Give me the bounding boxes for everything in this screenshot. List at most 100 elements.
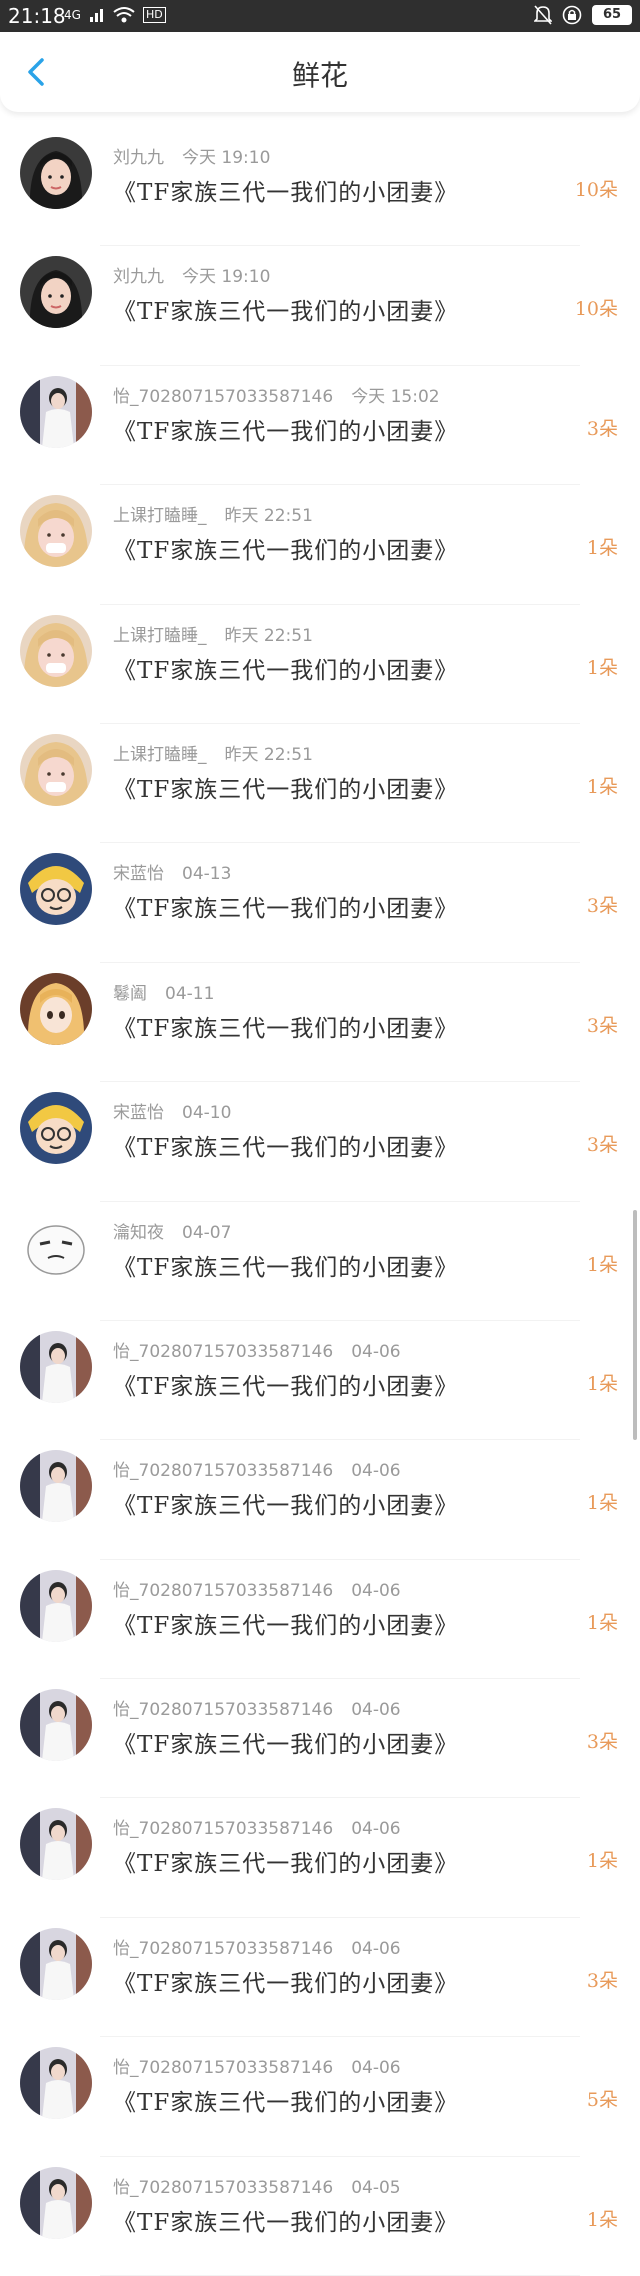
battery-indicator: 65 [592,5,632,25]
list-item[interactable]: 宋蓝怡 04-13 《TF家族三代一我们的小团妻》 3朵 [0,843,640,963]
avatar[interactable] [20,1092,92,1165]
meta-line: 怡_7028071570335871​46 今天 15:02 [113,382,440,407]
avatar[interactable] [20,1689,92,1762]
meta-line: 怡_702807157033587146 04-06 [113,1337,401,1362]
avatar[interactable] [20,853,92,926]
flower-count: 1朵 [586,1492,618,1515]
message-text: 《TF家族三代一我们的小团妻》 [113,776,459,803]
list-item[interactable]: 怡_702807157033587146 04-06 《TF家族三代一我们的小团妻》… [0,1798,640,1918]
meta-line: 宋蓝怡 04-13 [113,859,231,884]
list-item[interactable]: 瀹知夜 04-07 《TF家族三代一我们的小团妻》 1朵 [0,1202,640,1321]
signal-label: 4G [64,8,81,22]
avatar[interactable] [20,1330,92,1403]
user-name: 上课打瞌睡_ [113,625,207,646]
signal-icon [89,9,103,22]
avatar[interactable] [20,495,92,568]
timestamp: 04-13 [182,864,232,885]
list-item[interactable]: 怡_702807157033587146 04-06 《TF家族三代一我们的小团妻》… [0,1679,640,1799]
user-name: 怡_702807157033587146 [113,1700,334,1721]
flower-count: 10朵 [574,298,618,321]
timestamp: 04-06 [351,1341,401,1362]
avatar[interactable] [20,972,92,1045]
user-name: 上课打瞌睡_ [113,744,207,765]
list-item[interactable]: 怡_702807157033587146 04-06 《TF家族三代一我们的小团妻》… [0,1440,640,1560]
avatar[interactable] [20,1808,92,1881]
user-name: 刘九九 [113,148,164,168]
meta-line: 刘九九 今天 19:10 [113,143,270,168]
avatar[interactable] [20,375,92,448]
flower-count: 1朵 [586,2208,618,2231]
user-name: 宋蓝怡 [113,864,164,885]
avatar[interactable] [20,614,92,687]
list-item[interactable]: 怡_702807157033587146 04-05 《TF家族三代一我们的小团妻》… [0,2157,640,2276]
avatar[interactable] [20,1211,92,1284]
avatar[interactable] [20,137,92,209]
meta-line: 刘九九 今天 19:10 [113,262,270,287]
list-item[interactable]: 怡_702807157033587146 04-06 《TF家族三代一我们的小团妻》… [0,1918,640,2038]
message-text: 《TF家族三代一我们的小团妻》 [113,1373,459,1400]
scrollbar[interactable] [633,1210,637,1440]
user-name: 怡_702807157033587146 [113,1938,334,1959]
flower-count: 3朵 [586,417,618,440]
timestamp: 04-06 [351,1580,401,1601]
flower-count: 1朵 [586,1611,618,1634]
list-item[interactable]: 怡_702807157033587146 04-06 《TF家族三代一我们的小团妻》… [0,1560,640,1680]
flower-count: 1朵 [586,537,618,560]
meta-line: 怡_702807157033587146 04-06 [113,1576,401,1601]
user-name: 鬈阖 [113,983,147,1004]
message-text: 《TF家族三代一我们的小团妻》 [113,418,459,445]
list-item[interactable]: 鬈阖 04-11 《TF家族三代一我们的小团妻》 3朵 [0,963,640,1083]
list-item[interactable]: 上课打瞌睡_ 昨天 22:51 《TF家族三代一我们的小团妻》 1朵 [0,724,640,844]
list-item[interactable]: 上课打瞌睡_ 昨天 22:51 《TF家族三代一我们的小团妻》 1朵 [0,485,640,605]
meta-line: 鬈阖 04-11 [113,979,214,1004]
timestamp: 04-06 [351,1461,401,1482]
meta-line: 怡_702807157033587146 04-06 [113,1695,401,1720]
meta-line: 瀹知夜 04-07 [113,1218,231,1243]
flower-count: 3朵 [586,1969,618,1992]
user-name: 怡_702807157033587146 [113,1341,334,1362]
user-name: 怡_702807157033587146 [113,2177,334,2198]
avatar[interactable] [20,1450,92,1523]
meta-line: 宋蓝怡 04-10 [113,1098,231,1123]
gift-list: 刘九九 今天 19:10 《TF家族三代一我们的小团妻》 10朵 刘九九 今天 19:10… [0,127,640,2276]
flower-count: 3朵 [586,1014,618,1037]
user-name: 瀹知夜 [113,1222,164,1243]
status-right-icons: 65 [534,5,632,25]
avatar[interactable] [20,1927,92,2000]
message-text: 《TF家族三代一我们的小团妻》 [113,896,459,923]
meta-line: 怡_702807157033587146 04-06 [113,1934,401,1959]
message-text: 《TF家族三代一我们的小团妻》 [113,538,459,565]
user-name: 怡_702807157033587146 [113,2058,334,2079]
avatar[interactable] [20,2166,92,2239]
lock-icon [562,5,582,25]
flower-count: 1朵 [586,775,618,798]
avatar[interactable] [20,2047,92,2120]
timestamp: 04-06 [351,1819,401,1840]
flower-count: 1朵 [586,656,618,679]
timestamp: 今天 19:10 [182,267,271,288]
message-text: 《TF家族三代一我们的小团妻》 [113,1970,459,1997]
meta-line: 怡_702807157033587146 04-06 [113,2053,401,2078]
list-item[interactable]: 刘九九 今天 19:10 《TF家族三代一我们的小团妻》 10朵 [0,246,640,366]
list-item[interactable]: 刘九九 今天 19:10 《TF家族三代一我们的小团妻》 10朵 [0,127,640,247]
list-item[interactable]: 怡_702807157033587146 04-06 《TF家族三代一我们的小团妻》… [0,2037,640,2157]
list-item[interactable]: 怡_702807157033587146 04-06 《TF家族三代一我们的小团妻》… [0,1321,640,1441]
list-item[interactable]: 上课打瞌睡_ 昨天 22:51 《TF家族三代一我们的小团妻》 1朵 [0,605,640,724]
avatar[interactable] [20,1569,92,1642]
list-item[interactable]: 宋蓝怡 04-10 《TF家族三代一我们的小团妻》 3朵 [0,1082,640,1202]
timestamp: 昨天 22:51 [224,625,313,646]
user-name: 刘九九 [113,267,164,288]
flower-count: 10朵 [574,179,618,201]
timestamp: 昨天 22:51 [224,744,313,765]
flower-count: 1朵 [586,1253,618,1276]
avatar[interactable] [20,733,92,806]
page-title: 鲜花 [291,59,348,92]
avatar[interactable] [20,256,92,329]
message-text: 《TF家族三代一我们的小团妻》 [113,1254,459,1281]
flower-count: 3朵 [586,895,618,918]
message-text: 《TF家族三代一我们的小团妻》 [113,1135,459,1162]
meta-line: 上课打瞌睡_ 昨天 22:51 [113,501,313,526]
list-item[interactable]: 怡_7028071570335871​46 今天 15:02 《TF家族三代一我们的… [0,366,640,486]
message-text: 《TF家族三代一我们的小团妻》 [113,657,459,684]
message-text: 《TF家族三代一我们的小团妻》 [113,1851,459,1878]
